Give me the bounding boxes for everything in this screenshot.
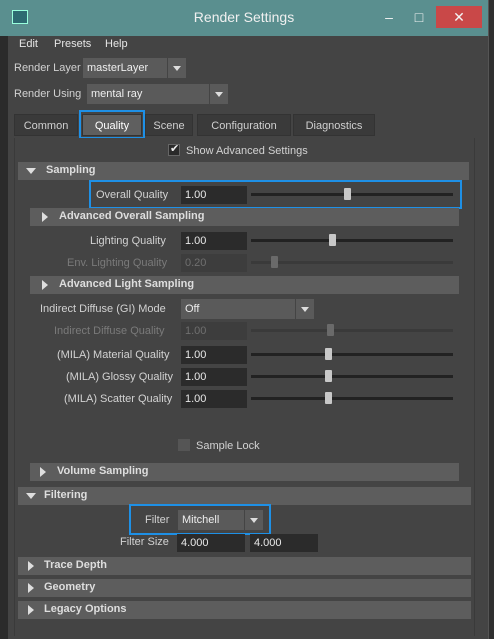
menu-presets[interactable]: Presets (54, 38, 91, 50)
volume-sampling-title: Volume Sampling (57, 465, 149, 477)
maximize-button[interactable]: □ (406, 6, 432, 28)
env-lighting-quality-field: 0.20 (181, 254, 247, 272)
tab-quality-highlight (79, 110, 145, 139)
checkmark-icon: ✔ (170, 143, 180, 155)
lighting-quality-label: Lighting Quality (90, 235, 166, 247)
env-lighting-quality-label: Env. Lighting Quality (67, 257, 168, 269)
sampling-title: Sampling (46, 164, 96, 176)
overall-quality-label: Overall Quality (96, 189, 169, 201)
sample-lock-label: Sample Lock (196, 440, 260, 452)
env-lighting-quality-slider (251, 261, 453, 264)
background-window-edge (488, 0, 494, 639)
env-lighting-quality-slider-handle (271, 256, 278, 268)
triangle-right-icon (42, 280, 48, 290)
indirect-quality-field: 1.00 (181, 322, 247, 340)
advanced-overall-title: Advanced Overall Sampling (59, 210, 205, 222)
filter-size-y-field[interactable]: 4.000 (250, 534, 318, 552)
glossy-quality-field[interactable]: 1.00 (181, 368, 247, 386)
filter-size-x-field[interactable]: 4.000 (177, 534, 245, 552)
render-using-label: Render Using (14, 88, 82, 100)
triangle-right-icon (28, 561, 34, 571)
tab-configuration[interactable]: Configuration (197, 114, 291, 136)
geometry-title: Geometry (44, 581, 96, 593)
tab-scene[interactable]: Scene (145, 114, 193, 136)
overall-quality-slider-handle[interactable] (344, 188, 351, 200)
chevron-down-icon[interactable] (296, 299, 314, 319)
chevron-down-icon[interactable] (245, 510, 263, 530)
lighting-quality-field[interactable]: 1.00 (181, 232, 247, 250)
material-quality-slider-handle[interactable] (325, 348, 332, 360)
material-quality-field[interactable]: 1.00 (181, 346, 247, 364)
menu-edit[interactable]: Edit (19, 38, 38, 50)
tab-diagnostics[interactable]: Diagnostics (293, 114, 375, 136)
render-layer-dropdown[interactable]: masterLayer (83, 58, 167, 78)
triangle-down-icon (26, 493, 36, 499)
minimize-button[interactable]: – (376, 6, 402, 28)
close-button[interactable]: ✕ (436, 6, 482, 28)
glossy-quality-slider-handle[interactable] (325, 370, 332, 382)
legacy-options-title: Legacy Options (44, 603, 127, 615)
scatter-quality-field[interactable]: 1.00 (181, 390, 247, 408)
triangle-right-icon (42, 212, 48, 222)
filter-dropdown[interactable]: Mitchell (178, 510, 244, 530)
scatter-quality-slider[interactable] (251, 397, 453, 400)
triangle-right-icon (28, 583, 34, 593)
lighting-quality-slider-handle[interactable] (329, 234, 336, 246)
glossy-quality-label: (MILA) Glossy Quality (66, 371, 173, 383)
scatter-quality-slider-handle[interactable] (325, 392, 332, 404)
overall-quality-slider[interactable] (251, 193, 453, 196)
indirect-quality-slider (251, 329, 453, 332)
material-quality-label: (MILA) Material Quality (57, 349, 170, 361)
tab-common[interactable]: Common (14, 114, 78, 136)
indirect-quality-slider-handle (327, 324, 334, 336)
filtering-title: Filtering (44, 489, 88, 501)
show-advanced-label: Show Advanced Settings (186, 145, 308, 157)
triangle-right-icon (40, 467, 46, 477)
indirect-mode-label: Indirect Diffuse (GI) Mode (40, 303, 166, 315)
indirect-mode-dropdown[interactable]: Off (181, 299, 295, 319)
scatter-quality-label: (MILA) Scatter Quality (64, 393, 173, 405)
sample-lock-checkbox[interactable] (178, 439, 190, 451)
chevron-down-icon[interactable] (210, 84, 228, 104)
trace-depth-title: Trace Depth (44, 559, 107, 571)
menu-help[interactable]: Help (105, 38, 128, 50)
indirect-quality-label: Indirect Diffuse Quality (54, 325, 165, 337)
advanced-light-title: Advanced Light Sampling (59, 278, 195, 290)
chevron-down-icon[interactable] (168, 58, 186, 78)
material-quality-slider[interactable] (251, 353, 453, 356)
render-layer-label: Render Layer (14, 62, 81, 74)
filter-size-label: Filter Size (120, 536, 169, 548)
lighting-quality-slider[interactable] (251, 239, 453, 242)
triangle-right-icon (28, 605, 34, 615)
glossy-quality-slider[interactable] (251, 375, 453, 378)
render-using-dropdown[interactable]: mental ray (87, 84, 209, 104)
overall-quality-field[interactable]: 1.00 (181, 186, 247, 204)
triangle-down-icon (26, 168, 36, 174)
filter-label: Filter (145, 514, 170, 526)
